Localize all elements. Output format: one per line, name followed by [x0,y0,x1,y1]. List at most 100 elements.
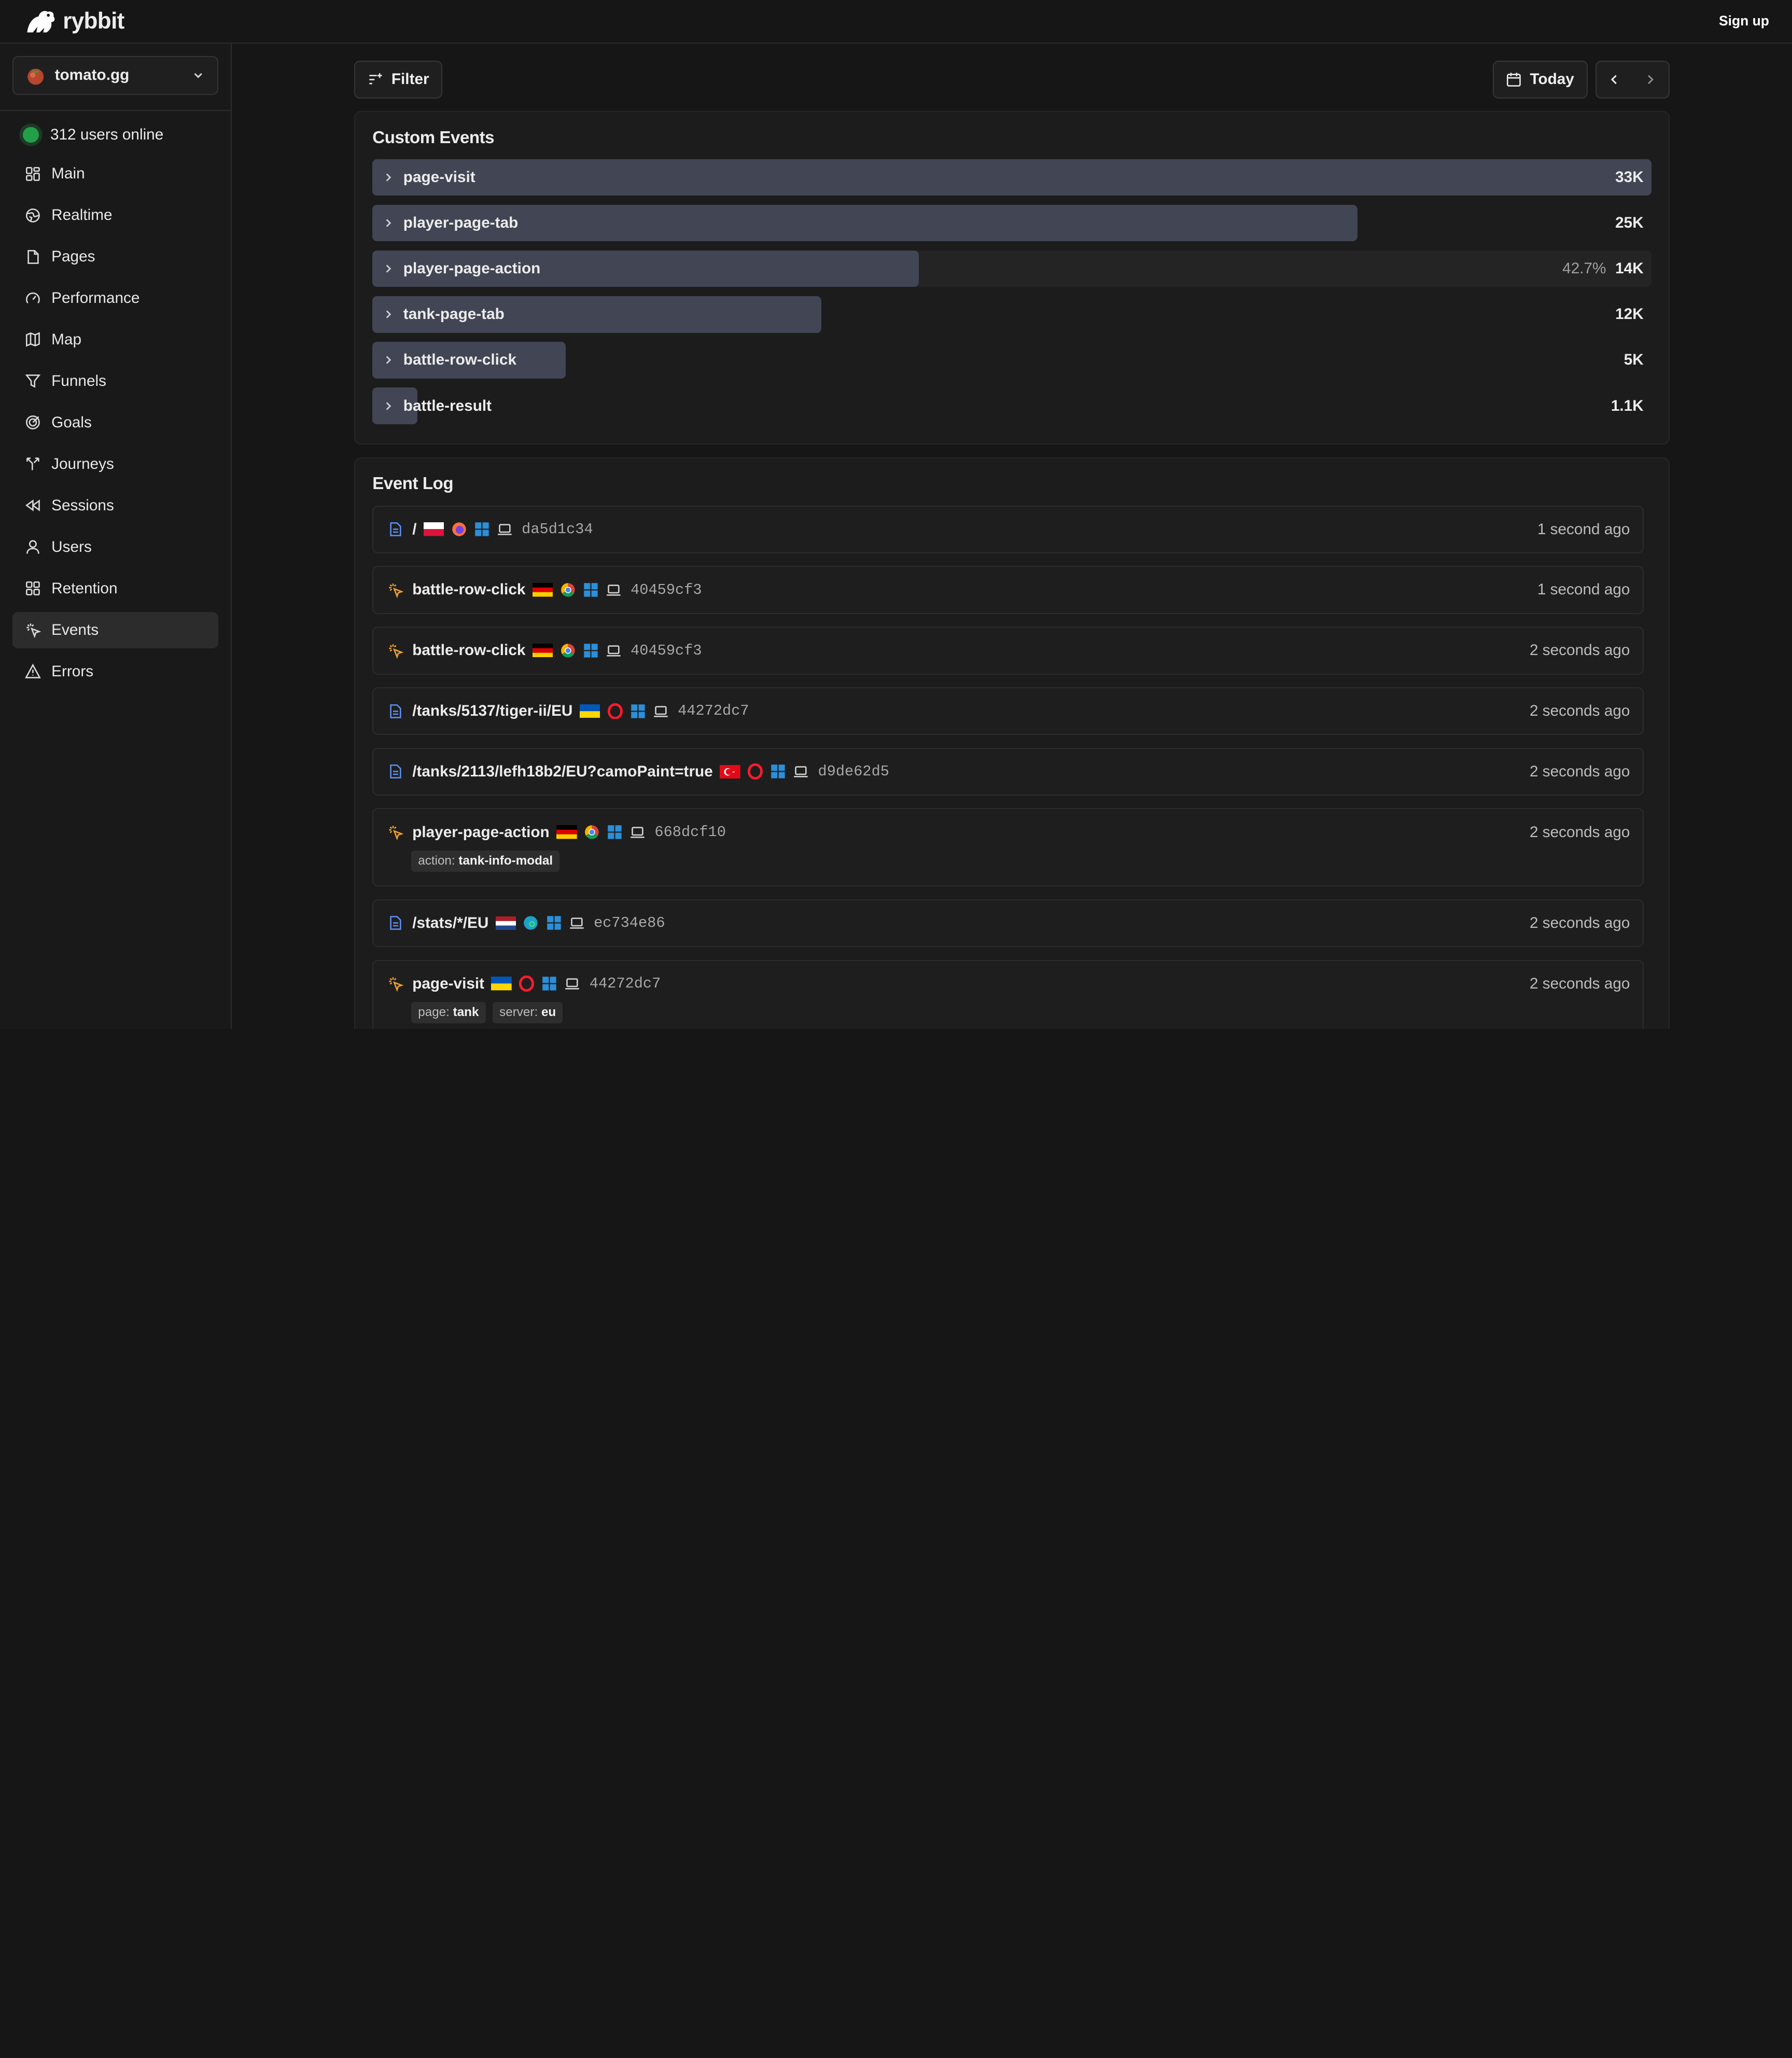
custom-event-icon [389,583,403,598]
event-log-time: 1 second ago [1537,581,1630,599]
windows-os-icon [631,704,645,718]
event-log-item[interactable]: page-visit 44272dc7 2 seconds ago page: tan… [372,960,1644,1029]
sidebar-item-label: Errors [51,662,94,680]
sidebar-item-label: Goals [51,413,92,431]
event-log-item[interactable]: battle-row-click 40459cf3 2 seconds ago [372,627,1644,675]
target-icon [26,415,40,430]
event-properties: action: tank-info-modal [387,850,1630,886]
sidebar-item-journeys[interactable]: Journeys [12,446,218,483]
custom-event-row[interactable]: player-page-tab 25K [372,204,1651,242]
flag-turkey-icon [719,764,740,778]
edge-browser-icon [524,916,538,930]
opera-browser-icon [607,703,623,719]
custom-event-count: 33K [1615,168,1644,186]
sidebar-item-users[interactable]: Users [12,529,218,566]
page-view-icon [390,764,401,779]
event-log-time: 2 seconds ago [1529,702,1630,719]
event-log-item[interactable]: /tanks/2113/lefh18b2/EU?camoPaint=true d9… [372,747,1644,796]
user-id-hash[interactable]: 44272dc7 [590,975,661,992]
event-log-time: 2 seconds ago [1529,914,1630,931]
sidebar-item-label: Users [51,538,92,555]
main-content: Filter Today Custom Events page-visit 33… [232,44,1792,1029]
chevron-right-icon [386,401,391,410]
brand-name: rybbit [63,8,124,34]
custom-event-name: battle-result [403,397,492,414]
sidebar-item-realtime[interactable]: Realtime [12,197,218,234]
property-key: server: [499,1005,538,1020]
next-period-button[interactable] [1632,60,1670,99]
sidebar-item-performance[interactable]: Performance [12,280,218,317]
custom-event-stats: 12K [1615,296,1644,333]
event-log-item[interactable]: battle-row-click 40459cf3 1 second ago [372,566,1644,614]
sidebar-item-retention[interactable]: Retention [12,571,218,607]
flag-netherlands-icon [495,916,516,930]
sidebar-item-pages[interactable]: Pages [12,239,218,275]
user-id-hash[interactable]: 44272dc7 [678,702,749,719]
custom-event-count: 5K [1623,351,1644,369]
user-id-hash[interactable]: d9de62d5 [818,763,889,780]
user-id-hash[interactable]: ec734e86 [594,914,665,931]
property-value: eu [541,1005,556,1020]
filter-label: Filter [391,71,429,88]
page-view-icon [390,916,401,930]
filter-button[interactable]: Filter [354,60,442,99]
user-id-hash[interactable]: 40459cf3 [631,581,702,599]
page-view-icon [390,522,401,537]
custom-event-name: battle-row-click [403,351,516,369]
sidebar-item-sessions[interactable]: Sessions [12,488,218,524]
user-id-hash[interactable]: 668dcf10 [654,824,726,841]
event-log-item[interactable]: /tanks/5137/tiger-ii/EU 44272dc7 2 seconds… [372,687,1644,735]
user-id-hash[interactable]: 40459cf3 [631,642,702,659]
custom-event-stats: 5K [1624,342,1644,379]
custom-event-row[interactable]: battle-row-click 5K [372,342,1651,379]
event-property-tag: server: eu [492,1002,563,1024]
flag-ukraine-icon [579,704,600,718]
sidebar-item-events[interactable]: Events [12,611,219,649]
sidebar-item-map[interactable]: Map [12,322,218,358]
sidebar-item-label: Map [51,330,82,348]
signup-link[interactable]: Sign up [1719,13,1769,29]
custom-event-row[interactable]: page-visit 33K [372,159,1652,196]
event-property-tag: page: tank [411,1002,486,1024]
event-log-line: battle-row-click 40459cf3 [387,567,1630,613]
calendar-icon [1507,72,1521,87]
date-label: Today [1530,71,1574,88]
flag-ukraine-icon [491,977,512,991]
custom-event-row[interactable]: tank-page-tab 12K [372,296,1651,333]
user-id-hash[interactable]: da5d1c34 [522,521,593,538]
custom-event-row[interactable]: player-page-action 42.7% 14K [372,250,1652,287]
event-log-item[interactable]: /stats/*/EU ec734e86 2 seconds ago [372,899,1644,948]
date-picker-button[interactable]: Today [1492,60,1588,99]
custom-event-content: page-visit [372,159,1651,196]
event-log-time: 2 seconds ago [1529,823,1630,841]
event-log-name: battle-row-click [412,581,526,599]
event-log-time: 2 seconds ago [1529,642,1630,659]
event-log-item[interactable]: / da5d1c34 1 second ago [372,505,1644,554]
site-selector[interactable]: tomato.gg [12,55,219,95]
file-icon [27,249,39,264]
user-icon [26,540,40,554]
sidebar-item-funnels[interactable]: Funnels [12,363,218,400]
event-log-time: 1 second ago [1537,520,1630,538]
sidebar-item-main[interactable]: Main [12,156,218,192]
property-value: tank [453,1005,479,1020]
brand-logo[interactable]: rybbit [25,7,124,35]
custom-event-stats: 25K [1615,205,1644,242]
event-log-time: 2 seconds ago [1529,975,1630,992]
event-log-line: player-page-action 668dcf10 [387,809,1630,855]
page-view-icon [390,704,401,718]
custom-event-row[interactable]: battle-result 1.1K [372,387,1651,424]
event-log-item[interactable]: player-page-action 668dcf10 2 seconds ago a… [372,808,1644,887]
top-bar: rybbit Sign up [0,0,1792,44]
sidebar-item-errors[interactable]: Errors [12,653,218,690]
custom-event-icon [389,977,403,992]
chevron-left-icon [1611,75,1617,84]
event-log-name: player-page-action [412,823,550,841]
sidebar-item-goals[interactable]: Goals [12,405,218,441]
event-log-line: /stats/*/EU ec734e86 [387,900,1630,946]
previous-period-button[interactable] [1595,60,1633,99]
event-log-title: Event Log [372,474,454,494]
site-name: tomato.gg [54,66,130,84]
sidebar: tomato.gg 312 users online Main Realtime… [0,43,232,1029]
online-dot-icon [23,127,39,143]
